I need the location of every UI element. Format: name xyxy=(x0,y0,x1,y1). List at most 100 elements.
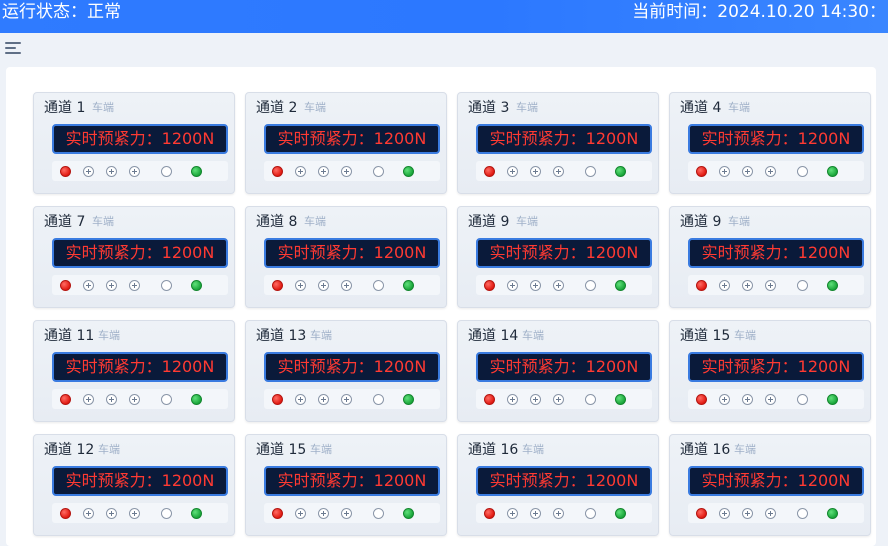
plus-circle-icon[interactable] xyxy=(719,508,730,519)
control-strip xyxy=(264,389,440,409)
empty-indicator xyxy=(373,394,384,405)
plus-circle-icon[interactable] xyxy=(765,166,776,177)
preload-display: 实时预紧力：1200N xyxy=(688,124,864,154)
preload-display: 实时预紧力：1200N xyxy=(476,466,652,496)
plus-circle-icon[interactable] xyxy=(83,166,94,177)
empty-indicator xyxy=(161,508,172,519)
plus-circle-icon[interactable] xyxy=(719,280,730,291)
preload-display-text: 实时预紧力：1200N xyxy=(489,129,639,148)
preload-display: 实时预紧力：1200N xyxy=(264,466,440,496)
normal-indicator xyxy=(191,166,202,177)
plus-circle-icon[interactable] xyxy=(295,166,306,177)
channel-card: 通道 11 车端 实时预紧力：1200N xyxy=(33,320,235,422)
channel-card: 通道 7 车端 实时预紧力：1200N xyxy=(33,206,235,308)
plus-circle-icon[interactable] xyxy=(553,508,564,519)
normal-indicator xyxy=(403,166,414,177)
plus-circle-icon[interactable] xyxy=(129,280,140,291)
alarm-indicator xyxy=(60,508,71,519)
preload-display: 实时预紧力：1200N xyxy=(264,124,440,154)
preload-display-text: 实时预紧力：1200N xyxy=(701,243,851,262)
control-strip xyxy=(688,161,864,181)
plus-circle-icon[interactable] xyxy=(530,394,541,405)
plus-circle-icon[interactable] xyxy=(318,508,329,519)
channel-subtitle: 车端 xyxy=(734,443,756,456)
channel-subtitle: 车端 xyxy=(728,215,750,228)
plus-circle-icon[interactable] xyxy=(106,280,117,291)
normal-indicator xyxy=(827,280,838,291)
plus-circle-icon[interactable] xyxy=(553,166,564,177)
channel-card: 通道 1 车端 实时预紧力：1200N xyxy=(33,92,235,194)
normal-indicator xyxy=(191,508,202,519)
channel-card: 通道 9 车端 实时预紧力：1200N xyxy=(457,206,659,308)
plus-circle-icon[interactable] xyxy=(553,280,564,291)
plus-circle-icon[interactable] xyxy=(295,280,306,291)
control-strip xyxy=(52,503,228,523)
channel-title: 通道 16 xyxy=(468,442,519,458)
preload-display-text: 实时预紧力：1200N xyxy=(277,357,427,376)
plus-circle-icon[interactable] xyxy=(83,508,94,519)
alarm-indicator xyxy=(272,166,283,177)
plus-circle-icon[interactable] xyxy=(742,166,753,177)
alarm-indicator xyxy=(272,508,283,519)
plus-circle-icon[interactable] xyxy=(765,394,776,405)
plus-circle-icon[interactable] xyxy=(341,394,352,405)
control-strip xyxy=(52,275,228,295)
plus-circle-icon[interactable] xyxy=(106,394,117,405)
plus-circle-icon[interactable] xyxy=(765,508,776,519)
plus-circle-icon[interactable] xyxy=(318,166,329,177)
channel-title: 通道 16 xyxy=(680,442,731,458)
plus-circle-icon[interactable] xyxy=(106,508,117,519)
plus-circle-icon[interactable] xyxy=(295,394,306,405)
control-strip xyxy=(688,275,864,295)
empty-indicator xyxy=(585,508,596,519)
plus-circle-icon[interactable] xyxy=(318,280,329,291)
empty-indicator xyxy=(585,166,596,177)
plus-circle-icon[interactable] xyxy=(719,166,730,177)
control-strip xyxy=(476,503,652,523)
plus-circle-icon[interactable] xyxy=(507,508,518,519)
alarm-indicator xyxy=(60,394,71,405)
plus-circle-icon[interactable] xyxy=(507,394,518,405)
channel-title: 通道 7 xyxy=(44,214,86,230)
plus-circle-icon[interactable] xyxy=(129,394,140,405)
preload-display-text: 实时预紧力：1200N xyxy=(65,471,215,490)
control-strip xyxy=(688,389,864,409)
plus-circle-icon[interactable] xyxy=(742,280,753,291)
channel-title: 通道 9 xyxy=(468,214,510,230)
plus-circle-icon[interactable] xyxy=(83,280,94,291)
plus-circle-icon[interactable] xyxy=(530,508,541,519)
channel-title: 通道 12 xyxy=(44,442,95,458)
alarm-indicator xyxy=(272,394,283,405)
plus-circle-icon[interactable] xyxy=(507,166,518,177)
preload-display: 实时预紧力：1200N xyxy=(52,352,228,382)
alarm-indicator xyxy=(696,394,707,405)
normal-indicator xyxy=(827,394,838,405)
menu-icon[interactable] xyxy=(5,42,21,54)
plus-circle-icon[interactable] xyxy=(719,394,730,405)
channel-subtitle: 车端 xyxy=(734,329,756,342)
plus-circle-icon[interactable] xyxy=(129,166,140,177)
plus-circle-icon[interactable] xyxy=(341,166,352,177)
plus-circle-icon[interactable] xyxy=(507,280,518,291)
plus-circle-icon[interactable] xyxy=(553,394,564,405)
channel-title: 通道 14 xyxy=(468,328,519,344)
plus-circle-icon[interactable] xyxy=(341,508,352,519)
plus-circle-icon[interactable] xyxy=(106,166,117,177)
normal-indicator xyxy=(403,394,414,405)
plus-circle-icon[interactable] xyxy=(742,394,753,405)
plus-circle-icon[interactable] xyxy=(742,508,753,519)
plus-circle-icon[interactable] xyxy=(341,280,352,291)
alarm-indicator xyxy=(696,280,707,291)
alarm-indicator xyxy=(484,508,495,519)
plus-circle-icon[interactable] xyxy=(83,394,94,405)
empty-indicator xyxy=(373,280,384,291)
plus-circle-icon[interactable] xyxy=(318,394,329,405)
plus-circle-icon[interactable] xyxy=(530,280,541,291)
plus-circle-icon[interactable] xyxy=(129,508,140,519)
plus-circle-icon[interactable] xyxy=(530,166,541,177)
plus-circle-icon[interactable] xyxy=(295,508,306,519)
normal-indicator xyxy=(615,280,626,291)
empty-indicator xyxy=(585,394,596,405)
preload-display-text: 实时预紧力：1200N xyxy=(701,129,851,148)
plus-circle-icon[interactable] xyxy=(765,280,776,291)
